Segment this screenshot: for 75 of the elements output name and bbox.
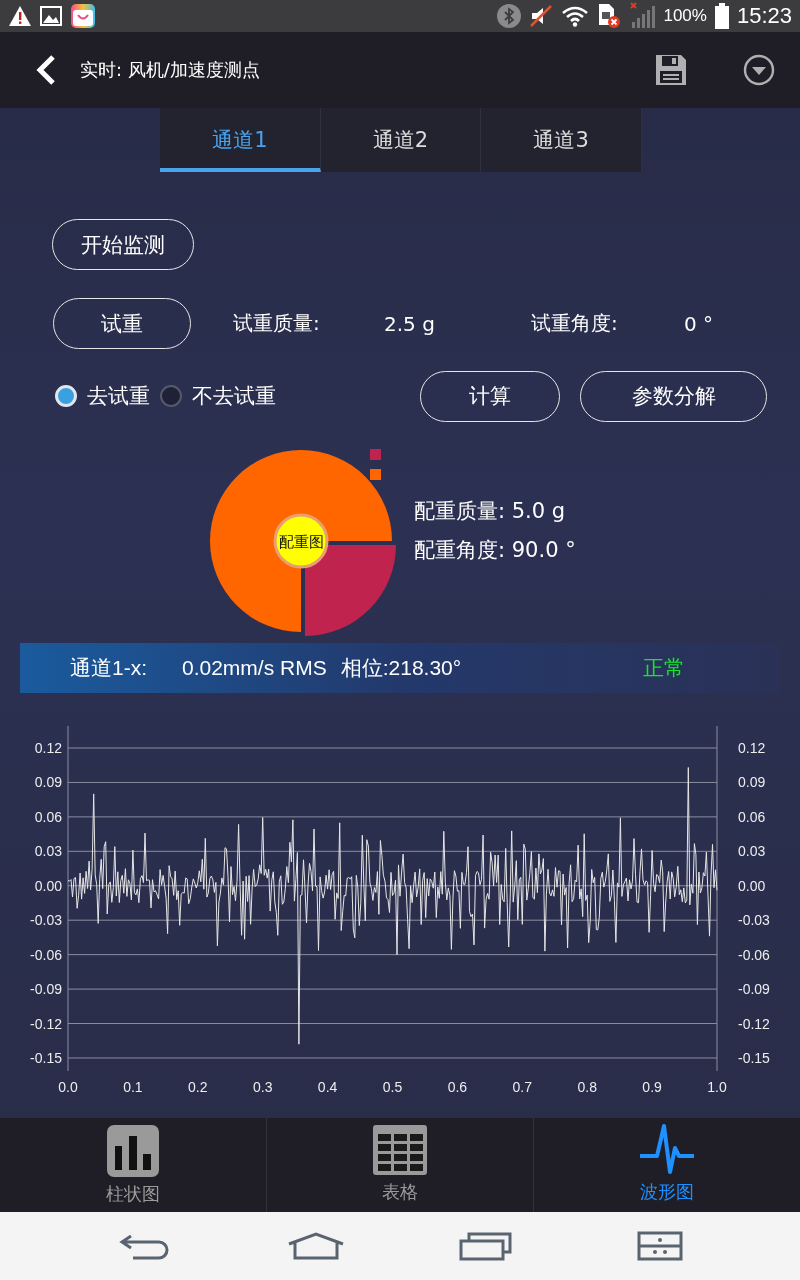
bar-chart-icon bbox=[106, 1124, 160, 1178]
phase-value: 相位:218.30° bbox=[340, 655, 463, 681]
trial-angle-value: 0 ° bbox=[684, 311, 714, 336]
y-axis-label: -0.03 bbox=[738, 912, 770, 929]
trial-mass-value: 2.5 g bbox=[384, 311, 436, 336]
bottom-nav-tab[interactable]: 波形图 bbox=[534, 1118, 800, 1212]
sim-card-icon bbox=[597, 3, 622, 29]
center-badge bbox=[273, 513, 329, 569]
y-axis-label: 0.06 bbox=[738, 808, 766, 825]
trial-mass-label: 试重质量: bbox=[233, 310, 321, 337]
bluetooth-icon bbox=[497, 4, 522, 28]
y-axis-label: -0.09 bbox=[30, 981, 62, 998]
screen-title: 实时: 风机/加速度测点 bbox=[80, 58, 261, 82]
y-axis-label: 0.09 bbox=[34, 774, 62, 791]
dropdown-icon[interactable] bbox=[743, 54, 775, 86]
x-axis-label: 1.0 bbox=[707, 1079, 727, 1095]
radio-button[interactable] bbox=[160, 385, 182, 407]
y-axis-label: -0.09 bbox=[738, 981, 770, 998]
back-icon[interactable] bbox=[36, 54, 56, 86]
y-axis-label: -0.12 bbox=[30, 1015, 62, 1032]
y-axis-label: -0.12 bbox=[738, 1015, 770, 1032]
x-axis-label: 0.6 bbox=[447, 1079, 468, 1095]
y-axis-label: -0.15 bbox=[738, 1049, 770, 1066]
legend-swatch bbox=[370, 469, 381, 480]
x-axis-label: 0.1 bbox=[123, 1079, 143, 1095]
x-axis-label: 0.9 bbox=[642, 1079, 662, 1095]
x-axis-label: 0.0 bbox=[58, 1079, 78, 1095]
x-axis-label: 0.4 bbox=[317, 1079, 338, 1095]
x-axis-label: 0.5 bbox=[382, 1079, 403, 1095]
trial-angle-label: 试重角度: bbox=[531, 310, 619, 337]
y-axis-label: 0.03 bbox=[34, 843, 62, 860]
x-axis-label: 0.7 bbox=[512, 1079, 533, 1095]
weight-option[interactable]: 不去试重 bbox=[160, 382, 276, 410]
rms-value: 0.02mm/s RMS bbox=[182, 656, 327, 680]
wifi-icon bbox=[561, 5, 590, 27]
y-axis-label: 0.03 bbox=[738, 843, 766, 860]
y-axis-label: 0.12 bbox=[738, 740, 766, 756]
recent-apps-icon[interactable] bbox=[459, 1231, 513, 1261]
save-icon[interactable] bbox=[655, 54, 687, 86]
legend-swatch bbox=[370, 449, 381, 460]
channel-tab[interactable]: 通道2 bbox=[320, 108, 482, 172]
menu-icon[interactable] bbox=[637, 1231, 683, 1261]
waveform-icon bbox=[639, 1124, 695, 1176]
y-axis-label: -0.06 bbox=[30, 946, 62, 963]
battery-percent: 100% bbox=[663, 6, 707, 26]
table-icon bbox=[372, 1124, 428, 1176]
center-label: 配重图 bbox=[278, 533, 324, 551]
weight-option[interactable]: 去试重 bbox=[55, 382, 150, 410]
home-icon[interactable] bbox=[287, 1232, 345, 1260]
clock: 15:23 bbox=[736, 3, 792, 29]
warning-icon bbox=[8, 5, 32, 27]
x-axis-label: 0.8 bbox=[577, 1079, 597, 1095]
image-icon bbox=[40, 6, 62, 26]
balance-angle: 配重角度: 90.0 ° bbox=[414, 537, 576, 564]
y-axis-label: 0.00 bbox=[738, 877, 766, 894]
balance-mass: 配重质量: 5.0 g bbox=[414, 498, 567, 525]
y-axis-label: 0.09 bbox=[738, 774, 766, 791]
x-axis-label: 0.3 bbox=[252, 1079, 273, 1095]
channel-label: 通道1-x: bbox=[70, 655, 148, 681]
y-axis-label: 0.06 bbox=[34, 808, 62, 825]
status-text: 正常 bbox=[642, 655, 685, 681]
y-axis-label: -0.03 bbox=[30, 912, 62, 929]
y-axis-label: 0.12 bbox=[34, 740, 62, 756]
battery-icon bbox=[714, 3, 729, 29]
channel-tab[interactable]: 通道1 bbox=[160, 108, 321, 172]
app-icon bbox=[70, 3, 96, 29]
bottom-nav-tab[interactable]: 柱状图 bbox=[0, 1118, 267, 1212]
x-axis-label: 0.2 bbox=[188, 1079, 208, 1095]
y-axis-label: -0.06 bbox=[738, 946, 770, 963]
signal-icon bbox=[629, 2, 656, 30]
muted-speaker-icon bbox=[529, 4, 554, 28]
y-axis-label: 0.00 bbox=[34, 877, 62, 894]
channel-tab[interactable]: 通道3 bbox=[481, 108, 642, 172]
bottom-nav-tab[interactable]: 表格 bbox=[267, 1118, 534, 1212]
y-axis-label: -0.15 bbox=[30, 1049, 62, 1066]
